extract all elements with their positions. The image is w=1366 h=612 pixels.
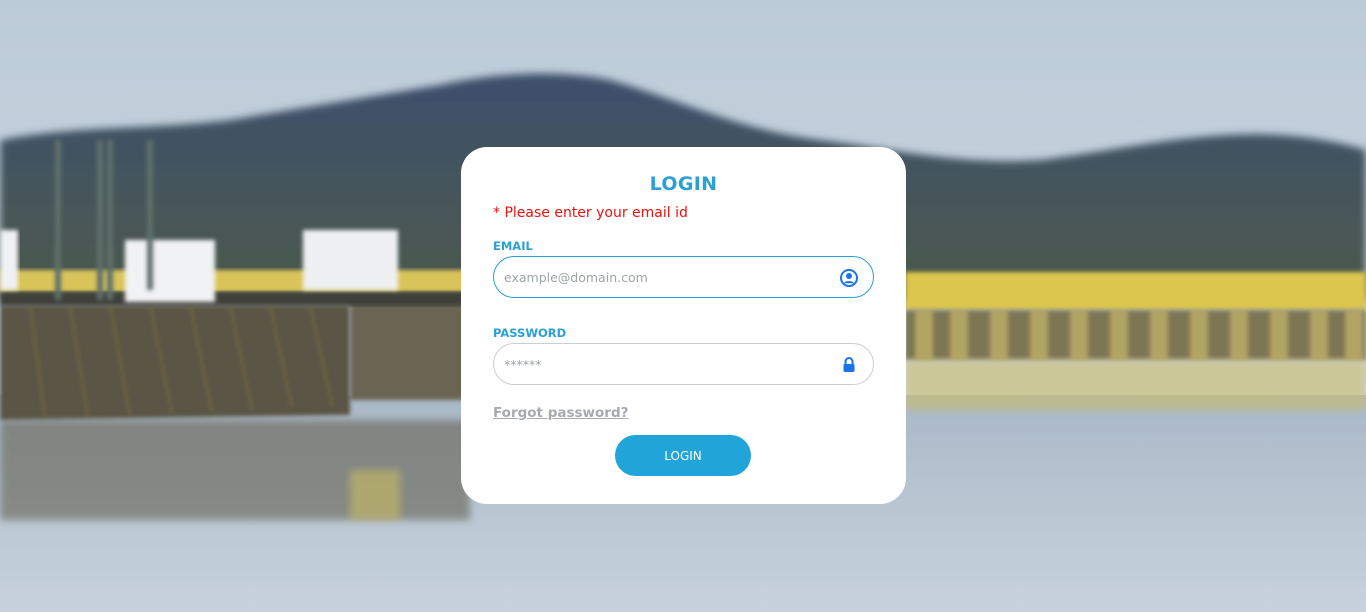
login-title: LOGIN <box>649 173 718 195</box>
email-label: EMAIL <box>493 239 533 253</box>
login-card: LOGIN * Please enter your email id EMAIL… <box>461 147 906 504</box>
email-input[interactable] <box>504 257 824 297</box>
lock-icon <box>839 355 859 375</box>
email-error-message: * Please enter your email id <box>493 205 688 221</box>
forgot-password-link[interactable]: Forgot password? <box>493 405 628 421</box>
password-field[interactable] <box>493 343 874 385</box>
login-button[interactable]: LOGIN <box>615 435 751 476</box>
password-input[interactable] <box>504 344 824 384</box>
password-label: PASSWORD <box>493 326 567 340</box>
email-field[interactable] <box>493 256 874 298</box>
user-circle-icon <box>839 268 859 288</box>
